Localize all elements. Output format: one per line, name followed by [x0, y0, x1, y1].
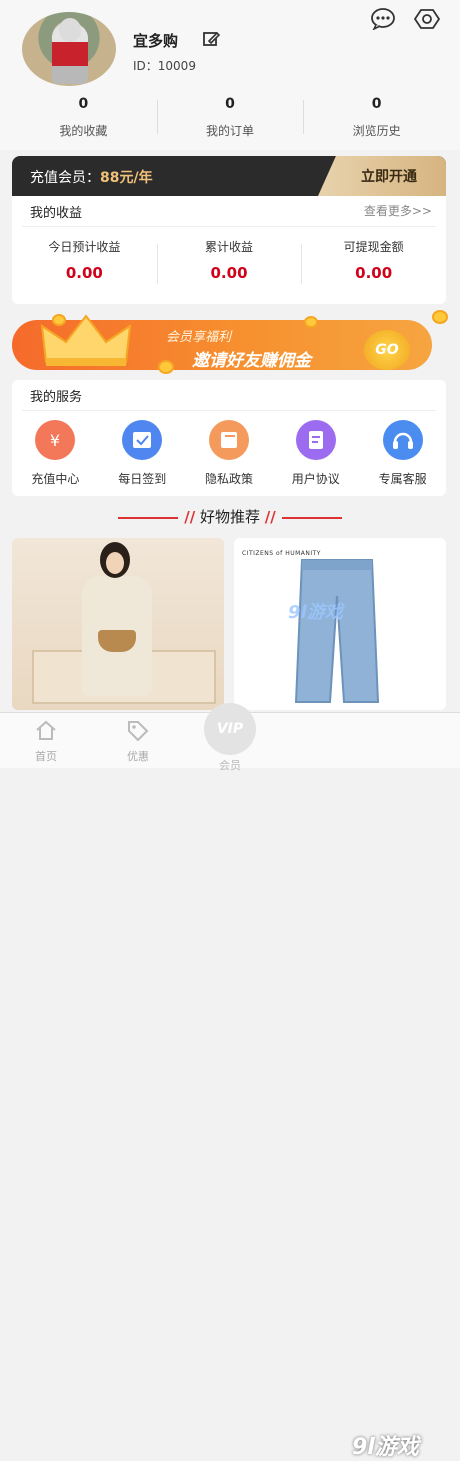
vip-text: 充值会员：88元/年: [30, 167, 153, 187]
product-card-coat[interactable]: [12, 538, 224, 710]
service-label: 每日签到: [118, 472, 167, 486]
model-face: [106, 552, 124, 574]
tab-discount[interactable]: 优惠: [108, 719, 168, 764]
services-title: 我的服务: [30, 390, 83, 405]
stat-orders[interactable]: 0 我的订单: [156, 94, 304, 144]
service-recharge[interactable]: ¥ 充值中心: [12, 420, 99, 487]
tab-label: 首页: [35, 750, 57, 763]
service-privacy[interactable]: 隐私政策: [186, 420, 273, 487]
tag-icon: [128, 721, 149, 742]
home-icon: [36, 720, 56, 740]
stats-row: 0 我的收藏 0 我的订单 0 浏览历史: [10, 94, 450, 144]
earnings-label: 可提现金额: [343, 240, 404, 254]
service-label: 专属客服: [378, 472, 427, 486]
tab-label: 优惠: [127, 750, 149, 763]
divider: [281, 516, 342, 519]
earnings-withdrawable[interactable]: 可提现金额 0.00: [301, 238, 446, 284]
user-id: ID：10009: [133, 59, 196, 73]
settings-icon[interactable]: [414, 8, 440, 30]
stat-label: 浏览历史: [352, 124, 401, 138]
earnings-value: 0.00: [65, 264, 103, 282]
slash-decoration: //: [184, 508, 196, 526]
vip-icon[interactable]: VIP: [204, 703, 256, 755]
vip-price: 88元/年: [100, 170, 153, 186]
document-icon: [295, 420, 336, 460]
edit-icon[interactable]: [202, 30, 220, 48]
vip-open-button[interactable]: 立即开通: [318, 156, 446, 196]
tab-label: 会员: [219, 759, 241, 772]
stat-history[interactable]: 0 浏览历史: [303, 94, 450, 144]
banner-line1: 会员享福利: [166, 330, 232, 345]
stat-value: 0: [78, 96, 89, 112]
earnings-total[interactable]: 累计收益 0.00: [156, 238, 302, 284]
earnings-today[interactable]: 今日预计收益 0.00: [12, 238, 157, 282]
divider: [22, 226, 436, 227]
coin-icon: [158, 360, 174, 374]
bottom-tabbar: 首页 优惠 VIP 会员 9l游戏: [0, 703, 460, 1460]
divider: [22, 410, 436, 411]
headset-icon: [382, 420, 423, 460]
message-icon[interactable]: [370, 8, 396, 30]
recommend-title: 好物推荐: [199, 508, 260, 526]
earnings-row: 今日预计收益 0.00 累计收益 0.00 可提现金额 0.00: [12, 238, 446, 284]
services-card: 我的服务 ¥ 充值中心 每日签到 隐私政策 用户协议 专属客服: [12, 380, 446, 496]
username: 宜多购: [133, 32, 179, 50]
invite-banner[interactable]: 会员享福利 邀请好友赚佣金 GO: [12, 308, 448, 378]
service-agreement[interactable]: 用户协议: [272, 420, 359, 487]
services-row: ¥ 充值中心 每日签到 隐私政策 用户协议 专属客服: [12, 420, 446, 487]
divider: [118, 516, 179, 519]
earnings-label: 累计收益: [205, 240, 254, 254]
product-card-jeans[interactable]: CITIZENS of HUMANITY: [234, 538, 446, 710]
service-label: 用户协议: [291, 472, 340, 486]
slash-decoration: //: [264, 508, 276, 526]
stat-label: 我的收藏: [59, 124, 108, 138]
banner-line2: 邀请好友赚佣金: [192, 351, 311, 371]
vip-label: 充值会员：: [30, 170, 100, 186]
avatar-face: [59, 18, 81, 42]
earnings-value: 0.00: [355, 264, 393, 282]
tab-home[interactable]: 首页: [16, 719, 76, 764]
book-icon: [208, 420, 249, 460]
watermark-small: 9l游戏: [288, 602, 343, 623]
earnings-more-link[interactable]: 查看更多>>: [364, 202, 432, 219]
crown-icon: [40, 314, 132, 366]
stat-value: 0: [371, 96, 382, 112]
jeans-image: [294, 559, 380, 703]
go-button[interactable]: GO: [364, 330, 410, 370]
service-support[interactable]: 专属客服: [359, 420, 446, 487]
stat-label: 我的订单: [206, 124, 255, 138]
calendar-check-icon: [122, 420, 163, 460]
service-label: 充值中心: [31, 472, 80, 486]
earnings-label: 今日预计收益: [48, 240, 121, 254]
vip-membership-bar: 充值会员：88元/年 立即开通: [12, 156, 446, 196]
coin-icon: [304, 316, 318, 328]
service-label: 隐私政策: [204, 472, 253, 486]
basket-image: [98, 630, 136, 652]
profile-header: 宜多购 ID：10009 0 我的收藏 0 我的订单 0 浏览历史: [0, 0, 460, 150]
earnings-title: 我的收益: [30, 206, 83, 221]
stat-value: 0: [225, 96, 235, 112]
svg-text:¥: ¥: [50, 431, 60, 450]
earnings-card: 我的收益 查看更多>> 今日预计收益 0.00 累计收益 0.00 可提现金额 …: [12, 196, 446, 304]
service-checkin[interactable]: 每日签到: [99, 420, 186, 487]
watermark-logo: 9l游戏: [352, 1435, 419, 1460]
coin-icon: [432, 310, 448, 324]
stat-favorites[interactable]: 0 我的收藏: [10, 94, 157, 144]
avatar[interactable]: [22, 12, 116, 86]
yen-icon: ¥: [35, 420, 76, 460]
recommend-heading: // 好物推荐 //: [0, 506, 460, 527]
earnings-value: 0.00: [210, 264, 248, 282]
